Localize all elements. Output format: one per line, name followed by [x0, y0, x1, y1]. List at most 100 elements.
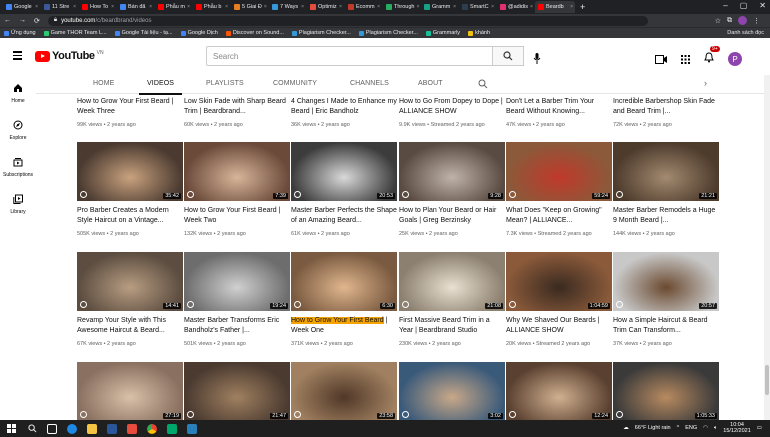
tab-close-icon[interactable]: ×	[149, 4, 152, 10]
tab-close-icon[interactable]: ×	[301, 4, 304, 10]
video-thumbnail[interactable]: 59:24	[506, 142, 612, 201]
video-thumbnail[interactable]: 21:47	[184, 362, 290, 421]
sidebar-item-explore[interactable]: Explore	[0, 112, 36, 149]
reading-list[interactable]: Danh sách đọc	[727, 30, 764, 36]
create-video-icon[interactable]	[655, 54, 667, 64]
extension-icon[interactable]: ⧉	[727, 17, 732, 25]
video-title[interactable]: Master Barber Remodels a Huge 9 Month Be…	[613, 206, 719, 226]
video-thumbnail[interactable]: 20:53	[291, 142, 397, 201]
video-title[interactable]: What Does "Keep on Growing" Mean? | ALLI…	[506, 206, 612, 226]
sidebar-item-subscriptions[interactable]: Subscriptions	[0, 149, 36, 186]
task-view-icon[interactable]	[47, 423, 57, 434]
page-scrollbar[interactable]	[764, 75, 770, 420]
video-thumbnail[interactable]: 35:42	[77, 142, 183, 201]
tray-chevron-icon[interactable]: ^	[677, 425, 680, 431]
browser-tab[interactable]: Google ×	[3, 1, 40, 13]
weather-text[interactable]: 66°F Light rain	[635, 425, 671, 431]
tab-community[interactable]: COMMUNITY	[273, 80, 317, 87]
word-icon[interactable]	[107, 423, 117, 434]
star-icon[interactable]: ☆	[715, 17, 721, 25]
browser-tab[interactable]: Phẫu m ×	[155, 1, 192, 13]
video-title[interactable]: Why We Shaved Our Beards | ALLIANCE SHOW	[506, 316, 612, 336]
video-thumbnail[interactable]: 6:30	[291, 252, 397, 311]
forward-icon[interactable]: →	[19, 17, 26, 24]
bookmark-item[interactable]: Game THOR Team L...	[43, 30, 107, 36]
tab-close-icon[interactable]: ×	[187, 4, 190, 10]
video-title[interactable]: Master Barber Perfects the Shape of an A…	[291, 206, 397, 226]
close-window-icon[interactable]: ✕	[759, 1, 766, 10]
new-tab-icon[interactable]: +	[580, 2, 585, 12]
tab-playlists[interactable]: PLAYLISTS	[206, 80, 244, 87]
tab-channels[interactable]: CHANNELS	[350, 80, 389, 87]
tab-close-icon[interactable]: ×	[35, 4, 38, 10]
tab-close-icon[interactable]: ×	[570, 4, 573, 10]
video-title[interactable]: How to Grow Your First Beard | Week Thre…	[77, 97, 183, 117]
browser-tab[interactable]: Phẫu b ×	[193, 1, 230, 13]
reload-icon[interactable]: ⟳	[34, 17, 40, 25]
tab-close-icon[interactable]: ×	[225, 4, 228, 10]
app-icon[interactable]	[187, 423, 197, 434]
tabs-next-chevron-icon[interactable]: ›	[704, 78, 707, 88]
volume-icon[interactable]: 🔈︎	[714, 425, 717, 432]
bookmark-item[interactable]: Grammarly	[425, 30, 460, 36]
bookmark-item[interactable]: Plagiarism Checker...	[358, 30, 418, 36]
notifications-button[interactable]: 9+	[704, 46, 720, 68]
scrollbar-thumb[interactable]	[765, 365, 769, 395]
bookmark-item[interactable]: Google Tài liệu - tạ...	[114, 30, 173, 36]
file-explorer-icon[interactable]	[87, 423, 97, 434]
sidebar-item-library[interactable]: Library	[0, 186, 36, 223]
video-title[interactable]: Incredible Barbershop Skin Fade and Bear…	[613, 97, 719, 117]
url-field[interactable]: 🔒︎ youtube.com/c/beardbrand/videos	[47, 15, 648, 26]
browser-tab[interactable]: SmartC ×	[459, 1, 496, 13]
video-title[interactable]: Don't Let a Barber Trim Your Beard Witho…	[506, 97, 612, 117]
minimize-icon[interactable]: –	[723, 1, 727, 10]
search-input[interactable]: Search	[206, 46, 524, 66]
browser-tab[interactable]: 5 Giai Đ ×	[231, 1, 268, 13]
video-title[interactable]: Revamp Your Style with This Awesome Hair…	[77, 316, 183, 336]
sidebar-item-home[interactable]: Home	[0, 75, 36, 112]
windows-start-icon[interactable]	[7, 424, 16, 433]
video-thumbnail[interactable]: 19:24	[184, 252, 290, 311]
video-thumbnail[interactable]: 21:21	[613, 142, 719, 201]
tab-close-icon[interactable]: ×	[339, 4, 342, 10]
tab-videos[interactable]: VIDEOS	[138, 80, 183, 95]
browser-tab[interactable]: Through ×	[383, 1, 420, 13]
tab-close-icon[interactable]: ×	[417, 4, 420, 10]
video-title[interactable]: Pro Barber Creates a Modern Style Haircu…	[77, 206, 183, 226]
tab-close-icon[interactable]: ×	[453, 4, 456, 10]
video-thumbnail[interactable]: 23:58	[291, 362, 397, 421]
video-thumbnail[interactable]: 27:19	[77, 362, 183, 421]
tab-close-icon[interactable]: ×	[530, 4, 533, 10]
tab-close-icon[interactable]: ×	[377, 4, 380, 10]
youtube-logo[interactable]: YouTube VN	[35, 50, 104, 62]
browser-tab[interactable]: Beardb ×	[535, 1, 575, 13]
app-icon[interactable]	[127, 423, 137, 434]
browser-tab[interactable]: Ecomm ×	[345, 1, 382, 13]
app-icon[interactable]	[167, 423, 177, 434]
browser-tab[interactable]: Bán đã ×	[117, 1, 154, 13]
video-title[interactable]: How a Simple Haircut & Beard Trim Can Tr…	[613, 316, 719, 336]
bookmark-item[interactable]: khánh	[468, 30, 490, 36]
video-thumbnail[interactable]: 21:08	[399, 252, 505, 311]
video-title[interactable]: 4 Changes I Made to Enhance my Beard | E…	[291, 97, 397, 117]
browser-tab[interactable]: 7 Ways ×	[269, 1, 306, 13]
video-title[interactable]: How to Grow Your First Beard | Week One	[291, 316, 397, 336]
tab-close-icon[interactable]: ×	[111, 4, 114, 10]
bookmark-item[interactable]: Google Dịch	[180, 30, 218, 36]
video-thumbnail[interactable]: 7:39	[184, 142, 290, 201]
back-icon[interactable]: ←	[4, 17, 11, 24]
video-title[interactable]: How to Go From Dopey to Dope | ALLIANCE …	[399, 97, 505, 117]
tab-close-icon[interactable]: ×	[264, 4, 267, 10]
browser-profile-avatar[interactable]	[738, 16, 747, 25]
tab-about[interactable]: ABOUT	[418, 80, 443, 87]
bookmark-item[interactable]: Ứng dụng	[4, 30, 36, 36]
edge-icon[interactable]	[67, 423, 77, 434]
bookmark-item[interactable]: Plagiarism Checker...	[291, 30, 351, 36]
video-thumbnail[interactable]: 14:41	[77, 252, 183, 311]
microphone-icon[interactable]	[533, 51, 541, 69]
wifi-icon[interactable]: ◠	[703, 425, 708, 431]
taskbar-search-icon[interactable]	[28, 424, 37, 433]
video-thumbnail[interactable]: 1:05:33	[613, 362, 719, 421]
browser-tab[interactable]: Optimiz ×	[307, 1, 344, 13]
video-title[interactable]: Low Skin Fade with Sharp Beard Trim | Be…	[184, 97, 290, 117]
